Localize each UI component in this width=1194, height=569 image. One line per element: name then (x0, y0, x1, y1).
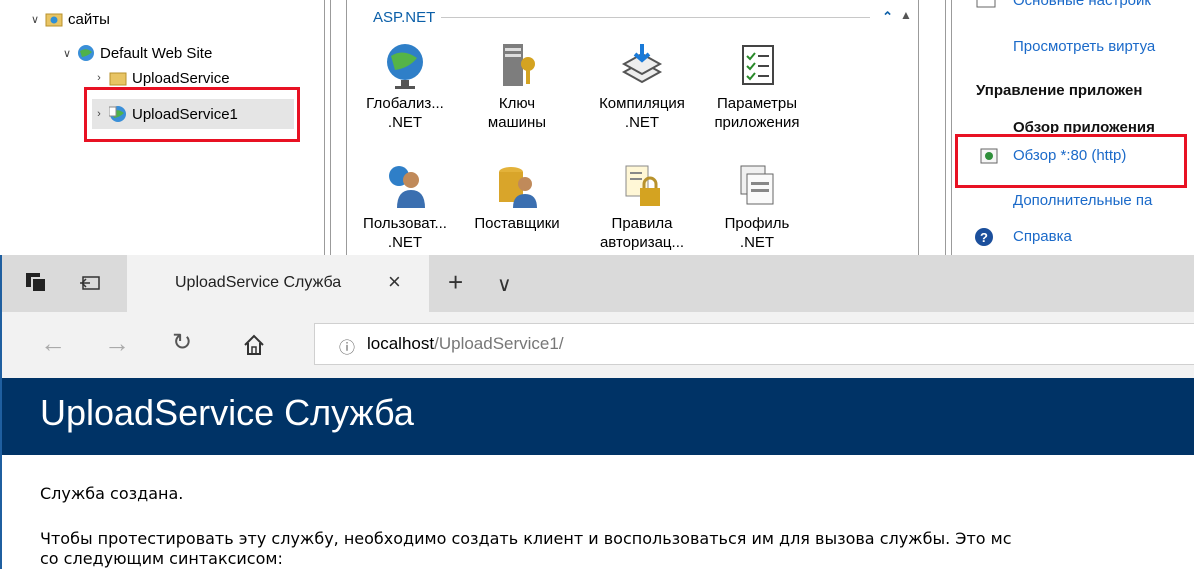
tab-list-chevron-icon[interactable]: ∨ (497, 272, 512, 297)
tree-item-default-web-site[interactable]: ∨ Default Web Site (60, 42, 212, 64)
collapse-group-icon[interactable]: ⌃ (882, 9, 893, 25)
highlight-box-browse (955, 134, 1187, 188)
machine-key-icon (503, 44, 535, 86)
highlight-box-selected-site (84, 87, 300, 142)
authorization-lock-icon (625, 165, 660, 206)
url-host: localhost (367, 334, 435, 353)
feature-tile-machine-key[interactable]: Ключ машины (467, 42, 567, 132)
basic-settings-link[interactable]: Основные настройк (1013, 0, 1151, 9)
splitter (330, 0, 331, 262)
refresh-icon[interactable]: ↻ (172, 328, 192, 357)
net-users-icon (389, 166, 425, 208)
url-path: /UploadService1/ (434, 334, 564, 353)
providers-database-icon (499, 167, 537, 208)
tree-item-label: UploadService (132, 70, 230, 86)
tile-label-line1: Ключ (498, 95, 536, 112)
scroll-up-icon[interactable]: ▲ (900, 8, 912, 22)
tab-title: UploadService Служба (175, 274, 342, 291)
settings-icon (976, 0, 996, 8)
tile-label-line1: Параметры (717, 95, 797, 112)
tab-actions-icon[interactable] (24, 271, 50, 295)
app-settings-checklist-icon (742, 45, 774, 85)
syntax-text: со следующим синтаксисом: (40, 549, 283, 568)
tile-label-line2: .NET (387, 114, 423, 131)
collapse-chevron-icon[interactable]: ∨ (60, 47, 74, 60)
browse-application-heading: Обзор приложения (1013, 119, 1155, 133)
tab-bar: UploadService Служба × + ∨ (2, 255, 1194, 312)
tile-label-line1: Правила (611, 215, 673, 232)
compilation-layers-icon (621, 44, 663, 84)
tile-label-line1: Профиль (724, 215, 790, 232)
navigation-bar: ← → ↻ ⓘ localhost/UploadService1/ (2, 312, 1194, 378)
tree-item-label: сайты (68, 10, 110, 28)
feature-tile-app-settings[interactable]: Параметры приложения (707, 42, 807, 132)
tab-uploadservice[interactable]: UploadService Служба × (127, 255, 429, 312)
splitter[interactable] (324, 0, 325, 262)
help-link[interactable]: Справка (1013, 228, 1072, 245)
group-divider (441, 16, 871, 18)
iis-manager-window: ∨ сайты ∨ Default Web Site › UploadServi… (0, 0, 1194, 262)
tile-label-line2: .NET (387, 234, 423, 251)
feature-tile-providers[interactable]: Поставщики (467, 164, 567, 233)
close-tab-icon[interactable]: × (388, 269, 401, 295)
tile-label-line2: авторизац... (599, 234, 685, 251)
tree-item-uploadservice[interactable]: › UploadService (92, 70, 230, 86)
splitter (918, 0, 919, 262)
feature-tile-net-profile[interactable]: Профиль .NET (707, 164, 807, 252)
set-aside-tabs-icon[interactable] (78, 271, 104, 295)
expand-chevron-icon[interactable]: › (92, 72, 106, 84)
splitter (346, 0, 347, 262)
tree-item-sites[interactable]: ∨ сайты (28, 8, 110, 30)
help-icon: ? (975, 228, 993, 246)
splitter (951, 0, 952, 262)
page-title: UploadService Служба (40, 392, 414, 433)
globalization-icon (387, 44, 423, 89)
home-icon[interactable] (242, 333, 266, 357)
view-virtual-dirs-link[interactable]: Просмотреть виртуа (1013, 38, 1155, 55)
svg-text:?: ? (980, 230, 988, 245)
manage-application-heading: Управление приложен (976, 82, 1143, 99)
folder-icon (109, 72, 127, 86)
advanced-settings-link[interactable]: Дополнительные па (1013, 192, 1152, 209)
feature-tile-net-users[interactable]: Пользоват... .NET (355, 164, 455, 252)
tile-label-line1: Пользоват... (363, 215, 447, 232)
back-arrow-icon[interactable]: ← (40, 328, 66, 359)
tree-item-label: Default Web Site (100, 44, 213, 62)
actions-pane: Основные настройк Просмотреть виртуа Упр… (960, 0, 1194, 262)
tile-label-line2: машины (487, 114, 547, 131)
features-view: ASP.NET ⌃ ▲ Глобализ... .NET Ключ машины (355, 0, 915, 262)
feature-tile-authorization-rules[interactable]: Правила авторизац... (592, 164, 692, 252)
tile-label-line2: .NET (624, 114, 660, 131)
forward-arrow-icon[interactable]: → (104, 328, 130, 359)
address-bar[interactable]: ⓘ localhost/UploadService1/ (314, 323, 1194, 365)
website-globe-icon (78, 45, 94, 61)
feature-tile-globalization[interactable]: Глобализ... .NET (355, 42, 455, 132)
splitter[interactable] (945, 0, 946, 262)
tile-label-line2: приложения (714, 114, 800, 131)
sites-folder-icon (45, 13, 63, 27)
feature-tile-compilation[interactable]: Компиляция .NET (592, 42, 692, 132)
new-tab-icon[interactable]: + (448, 267, 463, 298)
tile-label-line2: .NET (739, 234, 775, 251)
tile-label-line1: Компиляция (599, 95, 685, 112)
tile-label-line1: Глобализ... (366, 95, 444, 112)
group-header-aspnet[interactable]: ASP.NET ⌃ (373, 6, 893, 28)
browser-window: UploadService Служба × + ∨ ← → ↻ ⓘ local… (0, 255, 1194, 569)
instructions-text: Чтобы протестировать эту службу, необход… (40, 529, 1012, 548)
page-header-banner: UploadService Служба (2, 378, 1194, 455)
group-title: ASP.NET (373, 8, 436, 26)
collapse-chevron-icon[interactable]: ∨ (28, 13, 42, 26)
tile-label-line1: Поставщики (474, 215, 560, 232)
site-info-icon[interactable]: ⓘ (339, 334, 355, 358)
service-created-text: Служба создана. (40, 484, 184, 503)
address-url: localhost/UploadService1/ (367, 334, 564, 354)
profile-windows-icon (740, 165, 774, 205)
